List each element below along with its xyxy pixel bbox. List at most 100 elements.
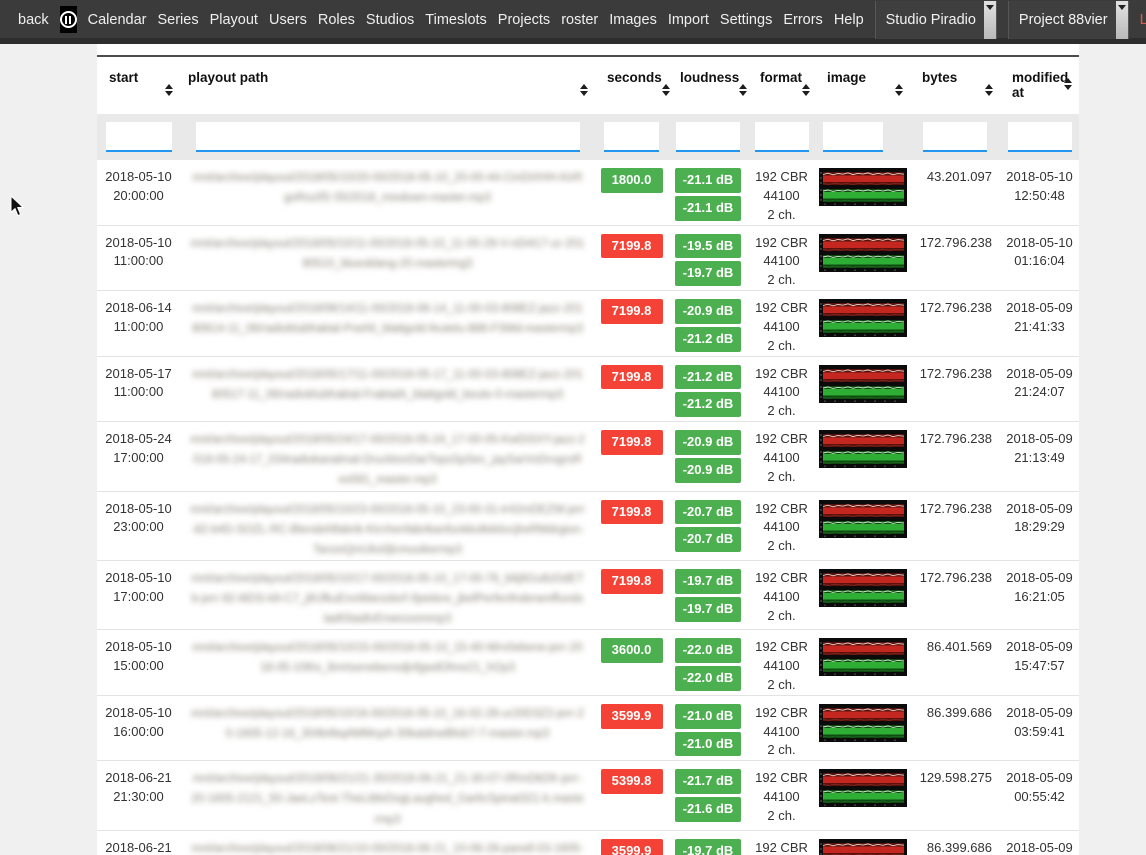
modified-time: 21:41:33 — [1000, 318, 1079, 337]
sort-icon[interactable] — [802, 84, 810, 96]
table-row[interactable]: 2018-06-21 10:00:00 mnt/archive/playout/… — [97, 831, 1079, 855]
playout-path-blurred: mnt/archive/playout/2018/06/21/21-30/201… — [191, 773, 584, 825]
nav-item-roles[interactable]: Roles — [318, 12, 355, 28]
waveform-thumbnail[interactable] — [819, 365, 907, 403]
nav-item-users[interactable]: Users — [269, 12, 307, 28]
format-bitrate: 192 CBR — [748, 704, 815, 723]
table-row[interactable]: 2018-06-21 21:30:00 mnt/archive/playout/… — [97, 761, 1079, 830]
waveform-thumbnail[interactable] — [819, 500, 907, 538]
seconds-badge: 3599.9 — [601, 704, 663, 729]
table-row[interactable]: 2018-05-24 17:00:00 mnt/archive/playout/… — [97, 422, 1079, 491]
loudness-badge-integrated: -19.5 dB — [675, 234, 741, 259]
waveform-thumbnail[interactable] — [819, 168, 907, 206]
format-samplerate: 44100 — [748, 788, 815, 807]
nav-item-calendar[interactable]: Calendar — [88, 12, 147, 28]
nav-item-projects[interactable]: Projects — [498, 12, 550, 28]
col-header-loudness[interactable]: loudness — [668, 57, 748, 114]
table-row[interactable]: 2018-05-10 11:00:00 mnt/archive/playout/… — [97, 226, 1079, 292]
start-time: 11:00:00 — [97, 383, 180, 402]
format-samplerate: 44100 — [748, 383, 815, 402]
nav-item-import[interactable]: Import — [668, 12, 709, 28]
back-link[interactable]: back — [18, 12, 49, 28]
nav-item-images[interactable]: Images — [609, 12, 657, 28]
seconds-badge: 3600.0 — [601, 638, 663, 663]
filter-input-image[interactable] — [823, 122, 883, 152]
pause-circle-icon[interactable] — [60, 6, 77, 33]
nav-item-errors[interactable]: Errors — [783, 12, 822, 28]
sort-icon[interactable] — [739, 84, 747, 96]
filter-input-format[interactable] — [755, 122, 809, 152]
nav-item-timeslots[interactable]: Timeslots — [425, 12, 487, 28]
table-row[interactable]: 2018-05-17 11:00:00 mnt/archive/playout/… — [97, 357, 1079, 423]
studio-select[interactable]: Studio Piradio — [875, 1, 997, 39]
start-time: 17:00:00 — [97, 449, 180, 468]
seconds-badge: 5399.8 — [601, 769, 663, 794]
col-header-seconds[interactable]: seconds — [595, 57, 668, 114]
table-row[interactable]: 2018-05-10 23:00:00 mnt/archive/playout/… — [97, 492, 1079, 561]
filter-input-bytes[interactable] — [923, 122, 987, 152]
col-header-modified-at[interactable]: modified at — [1000, 57, 1079, 114]
col-header-bytes[interactable]: bytes — [910, 57, 1000, 114]
waveform-thumbnail[interactable] — [819, 299, 907, 337]
waveform-thumbnail[interactable] — [819, 704, 907, 742]
sort-icon[interactable] — [895, 84, 903, 96]
waveform-thumbnail[interactable] — [819, 569, 907, 607]
start-date: 2018-05-10 — [97, 638, 180, 657]
bytes-value: 172.796.238 — [910, 234, 1000, 291]
format-samplerate: 44100 — [748, 657, 815, 676]
nav-item-studios[interactable]: Studios — [366, 12, 414, 28]
start-date: 2018-06-14 — [97, 299, 180, 318]
nav-item-playout[interactable]: Playout — [210, 12, 258, 28]
filter-input-modified-at[interactable] — [1008, 122, 1072, 152]
sort-icon[interactable] — [165, 84, 173, 96]
col-header-start[interactable]: start — [97, 57, 180, 114]
filter-input-loudness[interactable] — [676, 122, 740, 152]
waveform-thumbnail[interactable] — [819, 769, 907, 807]
table-row[interactable]: 2018-05-10 17:00:00 mnt/archive/playout/… — [97, 561, 1079, 630]
nav-item-series[interactable]: Series — [157, 12, 198, 28]
loudness-badge-range: -21.1 dB — [675, 196, 741, 221]
filter-input-playout-path[interactable] — [196, 122, 580, 152]
project-select[interactable]: Project 88vier — [1008, 1, 1129, 39]
start-time: 21:30:00 — [97, 788, 180, 807]
col-header-format[interactable]: format — [748, 57, 815, 114]
playout-path-blurred: mnt/archive/playout/2018/05/10/16-00/201… — [191, 708, 584, 740]
table-row[interactable]: 2018-05-10 16:00:00 mnt/archive/playout/… — [97, 696, 1079, 762]
nav-item-help[interactable]: Help — [834, 12, 864, 28]
loudness-badge-integrated: -21.1 dB — [675, 168, 741, 193]
table-row[interactable]: 2018-06-14 11:00:00 mnt/archive/playout/… — [97, 291, 1079, 357]
sort-icon[interactable] — [580, 84, 588, 96]
waveform-thumbnail[interactable] — [819, 430, 907, 468]
waveform-thumbnail[interactable] — [819, 839, 907, 855]
sort-icon[interactable] — [1064, 78, 1072, 90]
loudness-badge-integrated: -20.9 dB — [675, 299, 741, 324]
col-header-image[interactable]: image — [815, 57, 910, 114]
start-date: 2018-05-10 — [97, 234, 180, 253]
seconds-badge: 7199.8 — [601, 500, 663, 525]
col-header-playout-path[interactable]: playout path — [180, 57, 595, 114]
sort-icon[interactable] — [985, 84, 993, 96]
waveform-thumbnail[interactable] — [819, 638, 907, 676]
format-bitrate: 192 CBR — [748, 299, 815, 318]
nav-item-settings[interactable]: Settings — [720, 12, 772, 28]
nav-item-roster[interactable]: roster — [561, 12, 598, 28]
format-channels: 2 ch. — [748, 271, 815, 290]
start-time: 11:00:00 — [97, 252, 180, 271]
chevron-down-icon — [984, 1, 996, 39]
waveform-thumbnail[interactable] — [819, 234, 907, 272]
start-date: 2018-05-10 — [97, 500, 180, 519]
seconds-badge: 7199.8 — [601, 234, 663, 259]
format-samplerate: 44100 — [748, 588, 815, 607]
table-row[interactable]: 2018-05-10 20:00:00 mnt/archive/playout/… — [97, 160, 1079, 226]
modified-date: 2018-05-09 — [1000, 569, 1079, 588]
loudness-badge-range: -19.7 dB — [675, 597, 741, 622]
format-channels: 2 ch. — [748, 607, 815, 626]
filter-input-start[interactable] — [106, 122, 172, 152]
logout-link[interactable]: Logout — [1140, 11, 1146, 28]
table-row[interactable]: 2018-05-10 15:00:00 mnt/archive/playout/… — [97, 630, 1079, 696]
start-date: 2018-05-10 — [97, 569, 180, 588]
format-bitrate: 192 CBR — [748, 769, 815, 788]
modified-time: 12:50:48 — [1000, 187, 1079, 206]
filter-input-seconds[interactable] — [604, 122, 659, 152]
seconds-badge: 3599.9 — [601, 839, 663, 855]
